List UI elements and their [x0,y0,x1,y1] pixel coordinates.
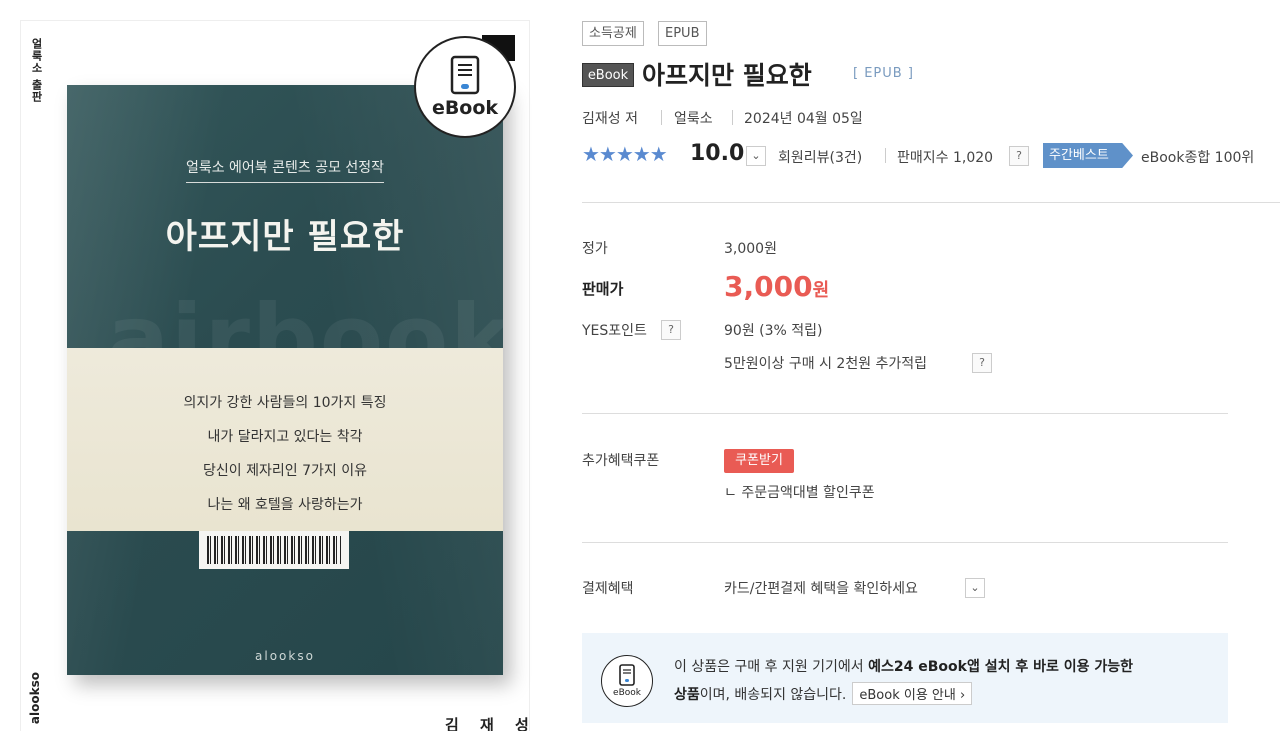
list-price-label: 정가 [582,241,608,257]
cover-band-line: 내가 달라지고 있다는 착각 [207,429,363,445]
ebook-notice-box: eBook 이 상품은 구매 후 지원 기기에서 예스24 eBook앱 설치 … [582,633,1228,723]
list-price-value: 3,000원 [724,241,777,257]
rating-stars-icon: ★★★★★ [582,142,668,166]
book-cover-image[interactable]: airbook 얼룩소 에어북 콘텐츠 공모 선정작 아프지만 필요한 의지가 … [67,85,503,675]
bestseller-rank-link[interactable]: eBook종합 100위 [1141,147,1254,167]
cover-spine-publisher: 얼룩소 출판 [30,38,43,103]
ebook-badge-label: eBook [431,97,499,119]
rating-score: 10.0 [690,141,745,166]
cover-brand: alookso [255,649,315,663]
ebook-device-icon [450,55,480,95]
points-label: YES포인트 [582,323,647,339]
points-value: 90원 (3% 적립) [724,323,823,339]
divider [661,110,662,125]
divider [885,148,886,163]
payment-benefit-label: 결제혜택 [582,581,634,597]
barcode-icon [199,531,349,569]
cover-spine-brand: alookso [28,672,42,725]
publish-date: 2024년 04월 05일 [744,111,863,127]
tag-tax-deduction[interactable]: 소득공제 [582,21,644,46]
sale-price-value: 3,000원 [724,270,830,303]
product-title: 아프지만 필요한 [642,61,812,90]
cover-subtitle: 얼룩소 에어북 콘텐츠 공모 선정작 [67,157,503,183]
sales-index-help-button[interactable]: ? [1009,146,1029,166]
coupon-label: 추가혜택쿠폰 [582,453,660,469]
payment-benefit-dropdown[interactable]: ⌄ [965,578,985,598]
coupon-sub-item[interactable]: ㄴ 주문금액대별 할인쿠폰 [724,482,875,502]
points-extra-help-button[interactable]: ? [972,353,992,373]
section-divider [582,202,1280,203]
cover-back-author: 김 재 성 [445,716,537,731]
ebook-format-badge: eBook [582,63,634,87]
points-help-button[interactable]: ? [661,320,681,340]
ebook-badge: eBook [414,36,516,138]
notice-line-1: 이 상품은 구매 후 지원 기기에서 예스24 eBook앱 설치 후 바로 이… [674,659,1134,675]
cover-band: 의지가 강한 사람들의 10가지 특징 내가 달라지고 있다는 착각 당신이 제… [67,348,503,531]
publisher-link[interactable]: 얼룩소 [674,108,713,128]
author-link[interactable]: 김재성 저 [582,108,638,128]
cover-band-line: 당신이 제자리인 7가지 이유 [203,463,367,479]
weekly-best-badge: 주간베스트 [1043,143,1133,168]
section-divider [582,542,1228,543]
notice-icon-label: eBook [613,688,641,698]
ebook-device-icon: eBook [601,655,653,707]
rating-dropdown-button[interactable]: ⌄ [746,146,766,166]
get-coupon-button[interactable]: 쿠폰받기 [724,449,794,473]
ebook-guide-button[interactable]: eBook 이용 안내 › [852,682,973,705]
tag-epub[interactable]: EPUB [658,21,707,46]
format-label: [ EPUB ] [853,66,914,81]
notice-line-2: 상품이며, 배송되지 않습니다. eBook 이용 안내 › [674,682,973,705]
cover-band-line: 나는 왜 호텔을 사랑하는가 [207,497,363,513]
payment-benefit-value: 카드/간편결제 혜택을 확인하세요 [724,581,918,597]
review-count-link[interactable]: 회원리뷰(3건) [778,147,862,167]
points-extra: 5만원이상 구매 시 2천원 추가적립 [724,356,928,372]
cover-title: 아프지만 필요한 [165,217,405,257]
section-divider [582,413,1228,414]
divider [732,110,733,125]
sales-index: 판매지수 1,020 [897,150,994,166]
cover-band-line: 의지가 강한 사람들의 10가지 특징 [183,395,387,411]
sale-price-label: 판매가 [582,280,624,298]
ebook-small-icon [619,664,635,686]
